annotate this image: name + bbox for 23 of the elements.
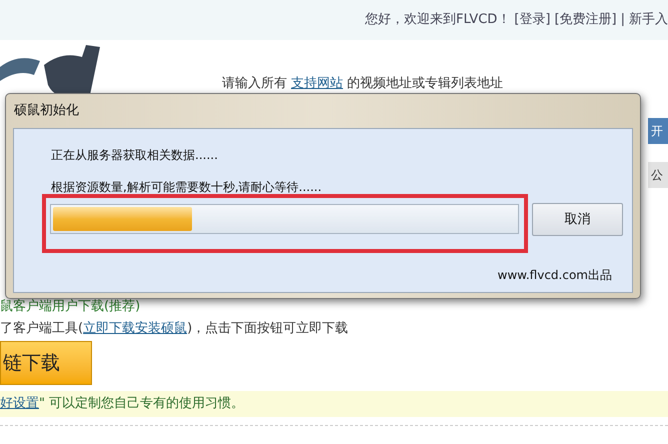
status-text: 根据资源数量,解析可能需要数十秒,请耐心等待...... (51, 179, 322, 196)
prompt-text: 请输入所有 (222, 75, 287, 93)
prompt-text: 的视频地址或专辑列表地址 (347, 75, 503, 93)
dialog-title: 硕鼠初始化 (13, 102, 80, 120)
status-text: 正在从服务器获取相关数据...... (51, 147, 218, 164)
install-link[interactable]: 立即下载安装硕鼠 (83, 319, 188, 341)
settings-link[interactable]: 好设置 (0, 394, 39, 414)
top-link[interactable]: 新手入 (629, 10, 668, 30)
top-link[interactable]: [免费注册] (554, 10, 617, 30)
separator-text: | (620, 11, 625, 30)
tip-text: " 可以定制您自己专有的使用习惯。 (39, 395, 244, 414)
top-link[interactable]: [登录] (514, 10, 550, 30)
cancel-button[interactable]: 取消 (532, 203, 623, 236)
section-heading: 鼠客户端用户下载(推荐) (0, 298, 142, 316)
start-button[interactable]: 开 (648, 118, 668, 144)
greeting-text: 您好，欢迎来到FLVCD！ (365, 11, 510, 30)
client-text: 了客户端工具( (0, 320, 84, 338)
credit-text: www.flvcd.com出品 (498, 267, 612, 284)
notice-tab[interactable]: 公 (648, 162, 668, 188)
logo-icon (0, 45, 100, 95)
client-text: )，点击下面按钮可立即下载 (187, 320, 348, 338)
support-link[interactable]: 支持网站 (291, 74, 343, 94)
download-button[interactable]: 链下载 (0, 341, 92, 385)
